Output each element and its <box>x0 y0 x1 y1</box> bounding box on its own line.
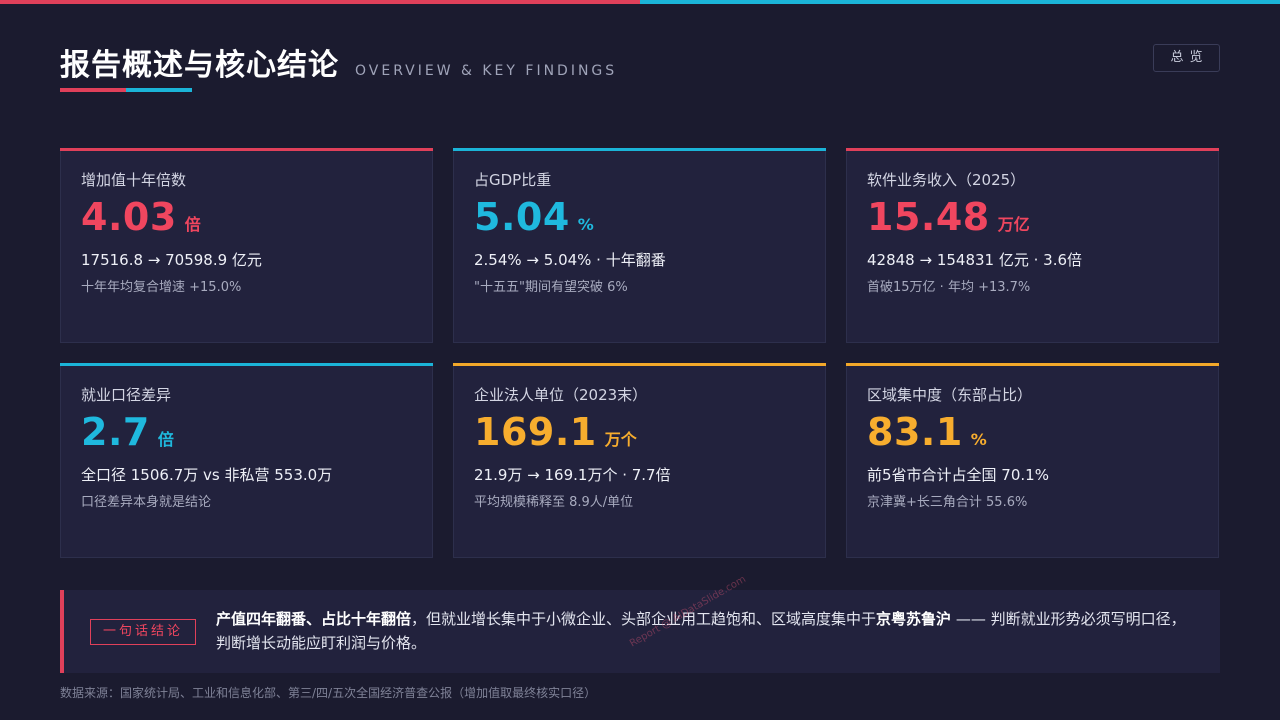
kpi-card-legal-entities: 企业法人单位（2023末） 169.1 万个 21.9万 → 169.1万个 ·… <box>453 363 826 558</box>
card-accent <box>846 148 1219 151</box>
card-detail: 17516.8 → 70598.9 亿元 <box>81 251 262 269</box>
kpi-card-employment-gap: 就业口径差异 2.7 倍 全口径 1506.7万 vs 非私营 553.0万 口… <box>60 363 433 558</box>
card-label: 区域集中度（东部占比） <box>867 386 1033 404</box>
underline-red <box>60 88 126 92</box>
card-unit: 万个 <box>604 430 637 449</box>
conclusion-bold-1: 产值四年翻番、占比十年翻倍 <box>216 610 412 628</box>
card-label: 软件业务收入（2025） <box>867 171 1026 189</box>
card-detail: 42848 → 154831 亿元 · 3.6倍 <box>867 251 1083 269</box>
title-underline <box>60 88 192 92</box>
conclusion-tag: 一句话结论 <box>90 619 196 645</box>
card-unit: 倍 <box>157 430 174 449</box>
card-detail: 2.54% → 5.04% · 十年翻番 <box>474 251 666 269</box>
card-accent <box>453 363 826 366</box>
top-accent-bar <box>0 0 1280 4</box>
conclusion-text-1: ，但就业增长集中于小微企业、头部企业用工趋饱和、区域高度集中于 <box>411 610 877 628</box>
page-header: 报告概述与核心结论 OVERVIEW & KEY FINDINGS <box>60 40 617 84</box>
card-value-row: 15.48 万亿 <box>867 195 1030 239</box>
card-label: 增加值十年倍数 <box>81 171 187 189</box>
card-detail: 全口径 1506.7万 vs 非私营 553.0万 <box>81 466 333 484</box>
underline-cyan <box>126 88 192 92</box>
card-note: "十五五"期间有望突破 6% <box>474 280 628 295</box>
kpi-card-gdp-share: 占GDP比重 5.04 % 2.54% → 5.04% · 十年翻番 "十五五"… <box>453 148 826 343</box>
data-source-note: 数据来源：国家统计局、工业和信息化部、第三/四/五次全国经济普查公报（增加值取最… <box>60 686 597 700</box>
conclusion-bold-2: 京粤苏鲁沪 <box>876 610 952 628</box>
conclusion-text: 产值四年翻番、占比十年翻倍，但就业增长集中于小微企业、头部企业用工趋饱和、区域高… <box>216 607 1196 655</box>
top-accent-cyan <box>640 0 1280 4</box>
card-accent <box>60 363 433 366</box>
card-note: 首破15万亿 · 年均 +13.7% <box>867 280 1031 295</box>
card-unit: 万亿 <box>997 215 1030 234</box>
card-label: 企业法人单位（2023末） <box>474 386 648 404</box>
card-label: 占GDP比重 <box>474 171 552 189</box>
page-title: 报告概述与核心结论 <box>60 48 339 83</box>
kpi-card-software-revenue: 软件业务收入（2025） 15.48 万亿 42848 → 154831 亿元 … <box>846 148 1219 343</box>
card-value: 2.7 <box>81 410 150 454</box>
card-unit: 倍 <box>184 215 201 234</box>
card-value: 83.1 <box>867 410 963 454</box>
card-value-row: 169.1 万个 <box>474 410 637 454</box>
card-value-row: 2.7 倍 <box>81 410 174 454</box>
card-accent <box>846 363 1219 366</box>
card-note: 十年年均复合增速 +15.0% <box>81 280 242 295</box>
overview-button[interactable]: 总览 <box>1153 44 1220 72</box>
card-value-row: 5.04 % <box>474 195 594 239</box>
card-label: 就业口径差异 <box>81 386 172 404</box>
card-detail: 前5省市合计占全国 70.1% <box>867 466 1049 484</box>
kpi-card-regional-concentration: 区域集中度（东部占比） 83.1 % 前5省市合计占全国 70.1% 京津冀+长… <box>846 363 1219 558</box>
page-subtitle: OVERVIEW & KEY FINDINGS <box>355 63 618 79</box>
card-detail: 21.9万 → 169.1万个 · 7.7倍 <box>474 466 671 484</box>
card-unit: % <box>577 215 594 234</box>
card-value: 5.04 <box>474 195 570 239</box>
card-value: 4.03 <box>81 195 177 239</box>
card-value-row: 83.1 % <box>867 410 987 454</box>
top-accent-red <box>0 0 640 4</box>
card-value: 15.48 <box>867 195 990 239</box>
card-note: 口径差异本身就是结论 <box>81 495 212 510</box>
card-value-row: 4.03 倍 <box>81 195 201 239</box>
card-value: 169.1 <box>474 410 597 454</box>
kpi-card-value-added-multiple: 增加值十年倍数 4.03 倍 17516.8 → 70598.9 亿元 十年年均… <box>60 148 433 343</box>
card-accent <box>453 148 826 151</box>
conclusion-accent-bar <box>60 590 64 673</box>
card-note: 平均规模稀释至 8.9人/单位 <box>474 495 634 510</box>
card-unit: % <box>970 430 987 449</box>
card-note: 京津冀+长三角合计 55.6% <box>867 495 1028 510</box>
card-accent <box>60 148 433 151</box>
